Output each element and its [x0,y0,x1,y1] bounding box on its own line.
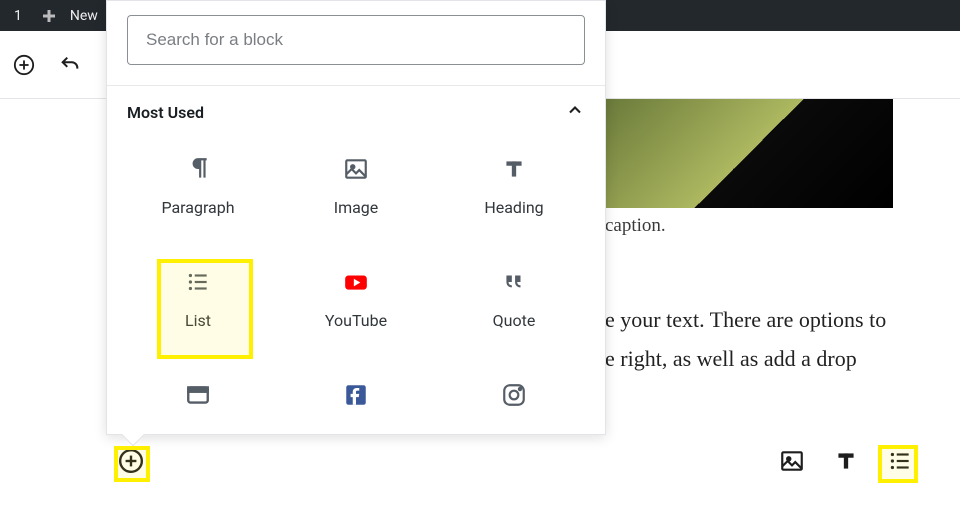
block-label: Paragraph [161,198,234,217]
block-list[interactable]: List [119,255,277,338]
section-header[interactable]: Most Used [107,86,605,134]
block-instagram[interactable] [435,368,593,432]
instagram-icon [499,380,529,410]
heading-quick-icon[interactable] [831,446,861,476]
image-caption[interactable]: caption. [605,215,666,237]
block-inserter-popover: Most Used Paragraph Image Heading [106,0,606,435]
heading-icon [499,154,529,184]
new-label[interactable]: New [70,8,98,24]
image-block[interactable] [605,99,893,208]
chevron-up-icon [565,100,585,124]
youtube-icon [341,267,371,297]
undo-button[interactable] [56,51,84,79]
cover-icon [183,380,213,410]
block-label: Heading [484,198,543,217]
block-label: List [185,311,211,330]
block-label: Quote [493,311,536,330]
comment-count[interactable]: 1 [8,8,28,24]
add-block-button[interactable] [10,51,38,79]
add-block-button-inline[interactable] [116,446,146,476]
section-title: Most Used [127,103,204,122]
block-search-input[interactable] [127,15,585,65]
block-quote[interactable]: Quote [435,255,593,338]
list-quick-icon[interactable] [885,446,915,476]
block-grid: Paragraph Image Heading List [107,134,605,440]
block-facebook[interactable] [277,368,435,432]
block-youtube[interactable]: YouTube [277,255,435,338]
plus-icon[interactable] [40,7,58,25]
image-icon [341,154,371,184]
image-quick-icon[interactable] [777,446,807,476]
block-image[interactable]: Image [277,142,435,225]
quote-icon [499,267,529,297]
facebook-icon [341,380,371,410]
block-label: YouTube [325,311,387,330]
block-paragraph[interactable]: Paragraph [119,142,277,225]
block-label: Image [334,198,379,217]
bottom-toolbar [0,446,960,476]
pilcrow-icon [183,154,213,184]
paragraph-block[interactable]: e your text. There are options to e righ… [605,302,904,380]
block-heading[interactable]: Heading [435,142,593,225]
list-icon [183,267,213,297]
block-cover[interactable] [119,368,277,432]
